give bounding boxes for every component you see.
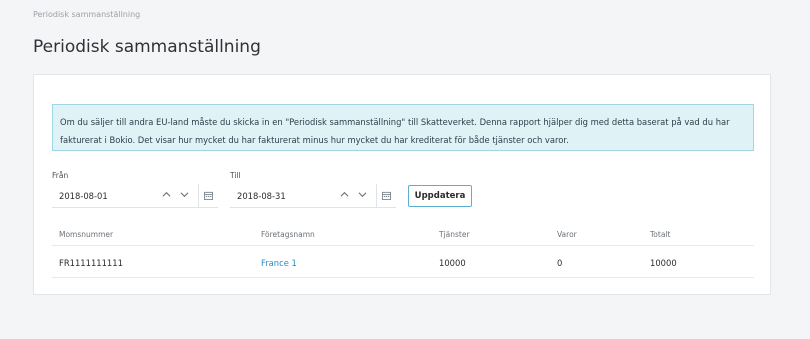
from-date-value[interactable]: 2018-08-01 xyxy=(59,191,108,201)
report-card: Om du säljer till andra EU-land måste du… xyxy=(33,74,771,295)
column-header-totalt: Totalt xyxy=(650,230,671,239)
calendar-icon[interactable] xyxy=(376,184,396,207)
table-cell-tjanster: 10000 xyxy=(439,258,466,268)
chevron-up-icon[interactable] xyxy=(340,190,349,202)
table-cell-varor: 0 xyxy=(557,258,563,268)
chevron-up-icon[interactable] xyxy=(162,190,171,202)
column-header-tjanster: Tjänster xyxy=(439,230,470,239)
table-cell-totalt: 10000 xyxy=(650,258,677,268)
table-cell-momsnummer: FR1111111111 xyxy=(59,258,123,268)
column-header-momsnummer: Momsnummer xyxy=(59,230,114,239)
from-date-field[interactable]: 2018-08-01 xyxy=(52,184,218,208)
column-header-varor: Varor xyxy=(557,230,577,239)
info-box: Om du säljer till andra EU-land måste du… xyxy=(52,104,754,151)
calendar-icon[interactable] xyxy=(198,184,218,207)
page-title: Periodisk sammanställning xyxy=(33,37,261,57)
company-link[interactable]: France 1 xyxy=(261,258,297,268)
update-button[interactable]: Uppdatera xyxy=(408,185,472,207)
breadcrumb: Periodisk sammanställning xyxy=(33,10,141,19)
divider xyxy=(52,245,754,246)
to-label: Till xyxy=(230,171,241,180)
chevron-down-icon[interactable] xyxy=(358,190,367,202)
column-header-foretagsnamn: Företagsnamn xyxy=(261,230,315,239)
to-date-value[interactable]: 2018-08-31 xyxy=(237,191,286,201)
divider xyxy=(52,277,754,278)
to-date-field[interactable]: 2018-08-31 xyxy=(230,184,396,208)
chevron-down-icon[interactable] xyxy=(180,190,189,202)
from-label: Från xyxy=(52,171,69,180)
